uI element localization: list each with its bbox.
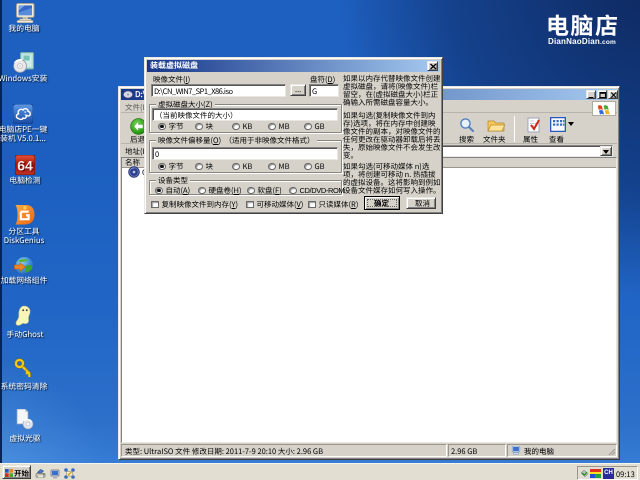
svg-text:64: 64	[17, 158, 33, 174]
